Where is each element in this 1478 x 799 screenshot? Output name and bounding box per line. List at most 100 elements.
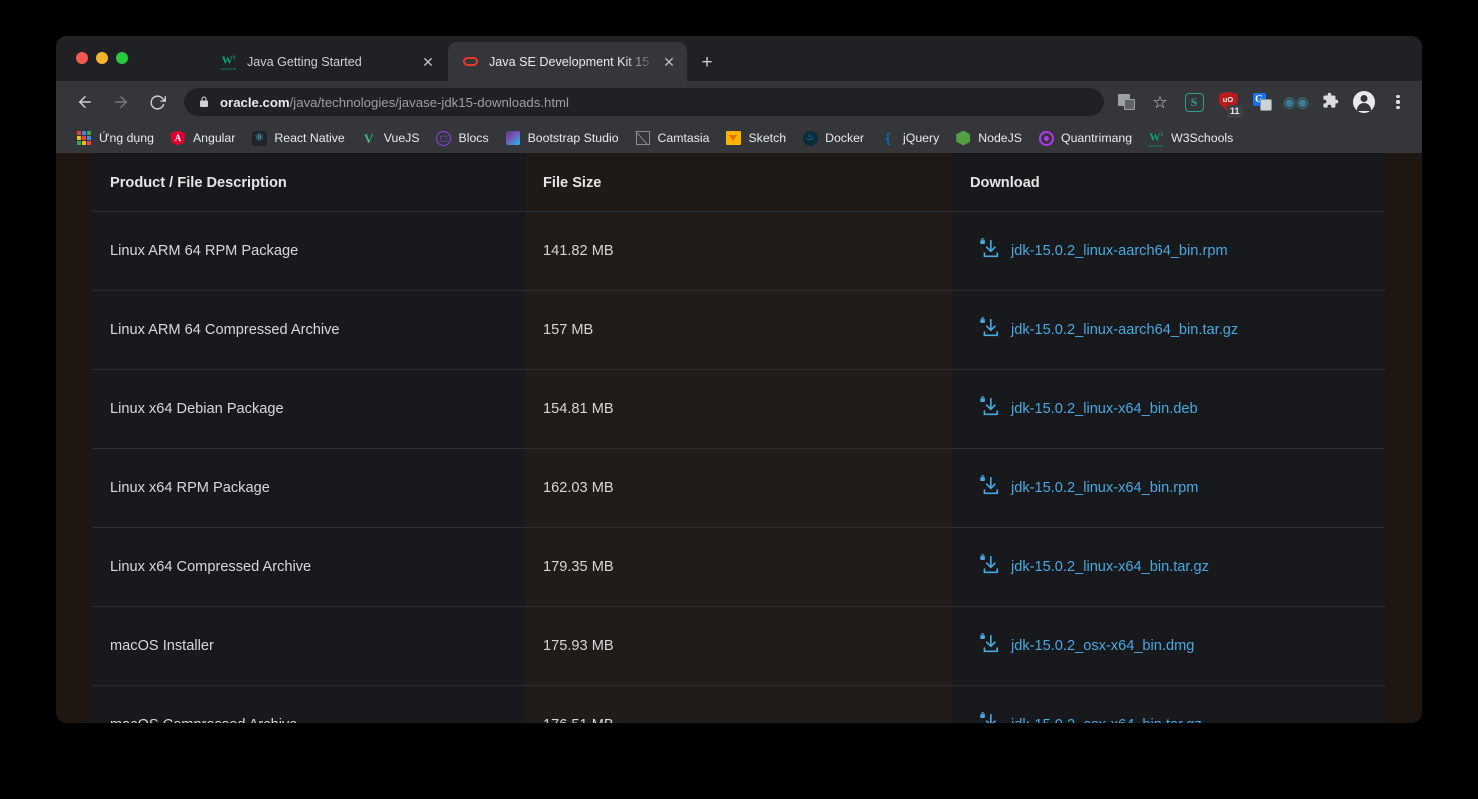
bookmark-label: Angular	[192, 131, 236, 145]
bookmark-label: Camtasia	[657, 131, 710, 145]
bookmark-docker[interactable]: ♨ Docker	[794, 126, 872, 150]
table-row: Linux x64 Compressed Archive 179.35 MB jd…	[92, 527, 1385, 607]
nodejs-icon	[955, 130, 971, 146]
cell-download: jdk-15.0.2_osx-x64_bin.dmg	[952, 606, 1385, 686]
page-viewport: Product / File Description File Size Dow…	[56, 153, 1422, 723]
close-tab-icon[interactable]: ✕	[418, 52, 438, 72]
bookmark-label: Docker	[825, 131, 865, 145]
bookmark-vuejs[interactable]: V VueJS	[353, 126, 428, 150]
profile-avatar-icon[interactable]	[1350, 88, 1378, 116]
download-link[interactable]: jdk-15.0.2_linux-x64_bin.deb	[1011, 401, 1198, 417]
docker-icon: ♨	[802, 130, 818, 146]
quantrimang-icon	[1038, 130, 1054, 146]
bookmark-react-native[interactable]: ⚛ React Native	[243, 126, 352, 150]
cell-description: Linux ARM 64 Compressed Archive	[92, 290, 525, 370]
bookmark-label: Sketch	[748, 131, 787, 145]
ublock-origin-extension-icon[interactable]: uO 11	[1214, 88, 1243, 118]
w3schools-icon: W3 schools	[1148, 131, 1164, 148]
bookmark-label: React Native	[274, 131, 345, 145]
download-link[interactable]: jdk-15.0.2_linux-aarch64_bin.rpm	[1011, 243, 1228, 259]
bookmark-apps[interactable]: Ứng dụng	[68, 126, 162, 150]
back-button[interactable]	[70, 87, 100, 117]
cell-download: jdk-15.0.2_linux-x64_bin.tar.gz	[952, 527, 1385, 607]
download-lock-icon	[978, 475, 1011, 501]
page-content: Product / File Description File Size Dow…	[92, 153, 1385, 723]
table-row: Linux x64 RPM Package 162.03 MB jdk-15.0.…	[92, 448, 1385, 528]
maximize-window-button[interactable]	[116, 52, 128, 64]
download-lock-icon	[978, 238, 1011, 264]
apps-grid-icon	[76, 130, 92, 146]
bookmark-w3schools[interactable]: W3 schools W3Schools	[1140, 126, 1241, 150]
new-tab-button[interactable]: +	[694, 50, 720, 76]
tab-java-getting-started[interactable]: W3 schools Java Getting Started ✕	[206, 42, 446, 81]
camtasia-icon	[635, 130, 651, 146]
bookmark-label: NodeJS	[978, 131, 1022, 145]
extensions-puzzle-icon[interactable]	[1316, 88, 1344, 116]
jdk-download-table: Product / File Description File Size Dow…	[92, 153, 1385, 723]
react-icon: ⚛	[251, 130, 267, 146]
table-row: Linux ARM 64 Compressed Archive 157 MB jd…	[92, 290, 1385, 370]
table-row: macOS Installer 175.93 MB jdk-15.0.2_osx-…	[92, 606, 1385, 686]
cell-file-size: 154.81 MB	[525, 369, 952, 449]
download-lock-icon	[978, 554, 1011, 580]
google-translate-extension-icon[interactable]: G	[1248, 88, 1276, 116]
bookmark-label: Quantrimang	[1061, 131, 1133, 145]
tab-title: Java Getting Started	[247, 54, 362, 69]
bookmark-label: Ứng dụng	[99, 131, 154, 145]
vue-icon: V	[364, 130, 374, 146]
download-link[interactable]: jdk-15.0.2_linux-x64_bin.tar.gz	[1011, 559, 1209, 575]
bookmarks-bar: Ứng dụng A Angular ⚛ React Native V VueJ…	[56, 123, 1422, 153]
bookmark-nodejs[interactable]: NodeJS	[947, 126, 1030, 150]
reload-button[interactable]	[142, 87, 172, 117]
download-link[interactable]: jdk-15.0.2_linux-aarch64_bin.tar.gz	[1011, 322, 1238, 338]
address-bar[interactable]: oracle.com/java/technologies/javase-jdk1…	[184, 88, 1104, 116]
chrome-menu-kebab-icon[interactable]	[1384, 88, 1412, 116]
table-body: Linux ARM 64 RPM Package 141.82 MB jdk-15…	[92, 211, 1385, 723]
bookmark-label: VueJS	[383, 131, 420, 145]
table-row: macOS Compressed Archive176.51 MB jdk-15…	[92, 685, 1385, 723]
jquery-icon: ❴	[882, 130, 894, 146]
tab-java-se-development-kit-15[interactable]: Java SE Development Kit 15 - D ✕	[448, 42, 687, 81]
tab-title: Java SE Development Kit 15 - D	[489, 54, 655, 69]
grammarly-extension-icon[interactable]: S	[1180, 88, 1208, 116]
bookmark-quantrimang[interactable]: Quantrimang	[1030, 126, 1140, 150]
w3schools-icon: W3 schools	[221, 54, 236, 71]
forward-button[interactable]	[106, 87, 136, 117]
dark-reader-extension-icon[interactable]: ◉◉	[1282, 88, 1310, 116]
bookmark-label: Bootstrap Studio	[527, 131, 619, 145]
download-link[interactable]: jdk-15.0.2_linux-x64_bin.rpm	[1011, 480, 1198, 496]
bookmark-star-icon[interactable]: ☆	[1146, 88, 1174, 116]
download-lock-icon	[978, 633, 1011, 659]
bookmark-angular[interactable]: A Angular	[162, 126, 243, 150]
bookmark-blocs[interactable]: ◻ Blocs	[428, 126, 497, 150]
column-header-description: Product / File Description	[92, 153, 525, 212]
bookmark-bootstrap-studio[interactable]: Bootstrap Studio	[497, 126, 627, 150]
download-lock-icon	[978, 712, 1011, 723]
blocs-icon: ◻	[436, 130, 452, 146]
sketch-icon	[725, 130, 741, 146]
download-link[interactable]: jdk-15.0.2_osx-x64_bin.dmg	[1011, 638, 1194, 654]
browser-toolbar: oracle.com/java/technologies/javase-jdk1…	[56, 81, 1422, 123]
bookmark-camtasia[interactable]: Camtasia	[627, 126, 718, 150]
cell-download: jdk-15.0.2_linux-aarch64_bin.rpm	[952, 211, 1385, 291]
toolbar-right-icons: ☆ S uO 11 G ◉◉	[1112, 88, 1422, 118]
url-text: oracle.com/java/technologies/javase-jdk1…	[220, 95, 569, 110]
minimize-window-button[interactable]	[96, 52, 108, 64]
bookmark-sketch[interactable]: Sketch	[717, 126, 794, 150]
cell-download: jdk-15.0.2_linux-x64_bin.rpm	[952, 448, 1385, 528]
angular-icon: A	[170, 130, 186, 146]
column-header-download: Download	[952, 153, 1385, 212]
cell-file-size: 157 MB	[525, 290, 952, 370]
bootstrap-icon	[505, 130, 521, 146]
cell-download: jdk-15.0.2_osx-x64_bin.tar.gz	[952, 685, 1385, 723]
close-window-button[interactable]	[76, 52, 88, 64]
translate-icon[interactable]	[1112, 88, 1140, 116]
bookmark-label: Blocs	[458, 131, 489, 145]
ublock-badge-count: 11	[1226, 104, 1243, 118]
bookmark-jquery[interactable]: ❴ jQuery	[872, 126, 947, 150]
download-link[interactable]: jdk-15.0.2_osx-x64_bin.tar.gz	[1011, 717, 1202, 723]
cell-description: macOS Compressed Archive	[92, 685, 525, 723]
close-tab-icon[interactable]: ✕	[659, 52, 679, 72]
bookmark-label: jQuery	[903, 131, 940, 145]
table-row: Linux x64 Debian Package 154.81 MB jdk-15…	[92, 369, 1385, 449]
